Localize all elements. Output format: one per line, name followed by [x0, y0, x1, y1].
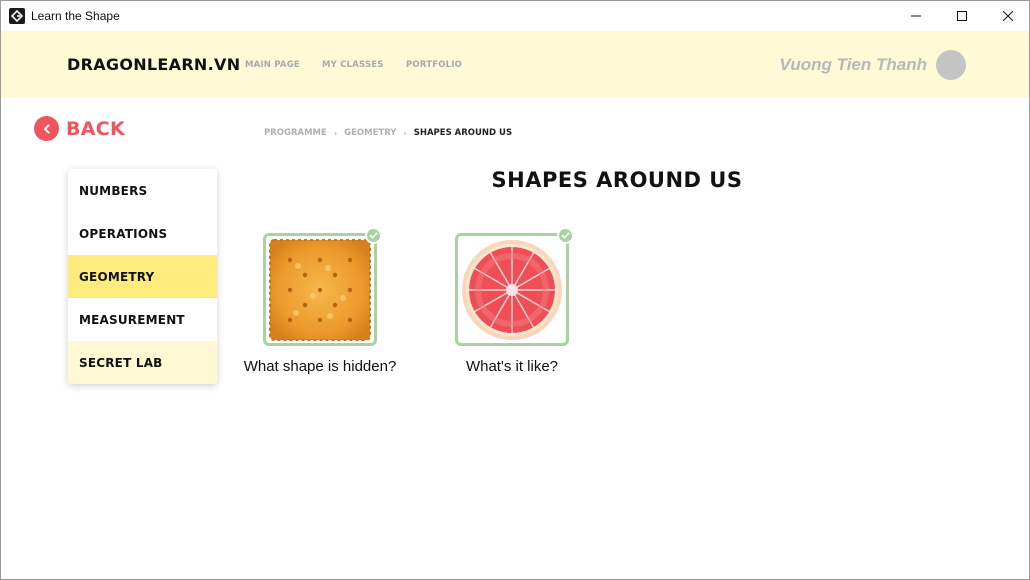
sidebar-item-geometry[interactable]: GEOMETRY	[68, 255, 217, 298]
top-navigation: DRAGONLEARN.VN MAIN PAGE MY CLASSES PORT…	[1, 31, 1029, 98]
nav-link-main-page[interactable]: MAIN PAGE	[245, 60, 300, 70]
maximize-icon	[957, 11, 967, 21]
back-arrow-icon	[34, 116, 59, 141]
title-bar[interactable]: Learn the Shape	[1, 1, 1029, 31]
card-caption: What shape is hidden?	[243, 358, 397, 375]
card-frame[interactable]	[263, 227, 382, 346]
minimize-button[interactable]	[893, 1, 939, 31]
avatar[interactable]	[936, 50, 966, 80]
sidebar: NUMBERS OPERATIONS GEOMETRY MEASUREMENT …	[68, 169, 217, 384]
sidebar-item-measurement[interactable]: MEASUREMENT	[68, 298, 217, 341]
completed-check-icon	[557, 227, 574, 244]
chevron-right-icon: ›	[333, 128, 338, 138]
activity-card-hidden-shape[interactable]: What shape is hidden?	[244, 227, 396, 375]
page-title: SHAPES AROUND US	[491, 168, 743, 192]
card-frame[interactable]	[455, 227, 574, 346]
breadcrumb: PROGRAMME › GEOMETRY › SHAPES AROUND US	[264, 128, 512, 138]
close-icon	[1003, 11, 1013, 21]
minimize-icon	[911, 15, 921, 17]
app-logo-icon	[9, 8, 25, 24]
window-title: Learn the Shape	[31, 9, 120, 23]
chevron-right-icon: ›	[403, 128, 407, 138]
breadcrumb-programme[interactable]: PROGRAMME	[264, 128, 327, 138]
breadcrumb-current: SHAPES AROUND US	[413, 128, 513, 138]
sidebar-item-numbers[interactable]: NUMBERS	[68, 169, 217, 212]
close-button[interactable]	[985, 1, 1030, 31]
activity-card-whats-it-like[interactable]: What's it like?	[455, 227, 574, 375]
back-button[interactable]: BACK	[34, 116, 125, 141]
sidebar-item-secret-lab[interactable]: SECRET LAB	[68, 341, 217, 384]
brand-logo[interactable]: DRAGONLEARN.VN	[67, 55, 240, 74]
nav-link-portfolio[interactable]: PORTFOLIO	[406, 60, 462, 70]
completed-check-icon	[365, 227, 382, 244]
grapefruit-image	[462, 239, 562, 340]
card-caption: What's it like?	[465, 358, 559, 375]
nav-link-my-classes[interactable]: MY CLASSES	[322, 60, 384, 70]
maximize-button[interactable]	[939, 1, 985, 31]
cracker-image	[269, 238, 371, 341]
back-label: BACK	[66, 117, 126, 140]
user-name[interactable]: Vuong Tien Thanh	[779, 55, 927, 75]
breadcrumb-geometry[interactable]: GEOMETRY	[344, 128, 396, 138]
app-window: Learn the Shape DRAGONLEARN.VN MAIN PAGE…	[0, 0, 1030, 580]
sidebar-item-operations[interactable]: OPERATIONS	[68, 212, 217, 255]
